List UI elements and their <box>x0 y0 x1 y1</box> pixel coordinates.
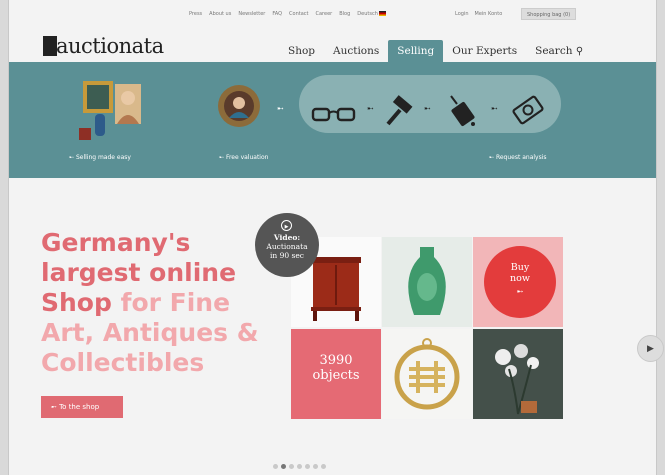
video-title: Video: <box>273 233 301 242</box>
main-nav: Shop Auctions Selling Our Experts Search… <box>279 40 592 62</box>
blossom <box>514 344 528 358</box>
bridge <box>328 110 339 114</box>
objects-count: 3990 <box>319 353 353 368</box>
pot <box>521 401 537 413</box>
top-link-faq[interactable]: FAQ <box>272 11 282 17</box>
blue-vase <box>95 114 105 136</box>
gavel-icon <box>386 95 413 126</box>
request-analysis-link[interactable]: ➸ Request analysis <box>489 154 547 161</box>
carousel-next-button[interactable]: ▶ <box>637 335 664 362</box>
gavel-head <box>392 95 413 114</box>
portrait-face <box>121 91 135 105</box>
tile-flower-painting[interactable] <box>473 329 563 419</box>
carousel-dot-5[interactable] <box>305 464 310 469</box>
top-link-press[interactable]: Press <box>189 11 202 17</box>
tile-gold-pendant[interactable] <box>382 329 472 419</box>
top-link-contact[interactable]: Contact <box>289 11 308 17</box>
german-flag-icon <box>379 11 387 16</box>
step-arrow-icon: ➸ <box>424 104 431 113</box>
tile-vase[interactable] <box>382 237 472 327</box>
selling-made-easy-link[interactable]: ➸ Selling made easy <box>69 154 131 161</box>
hero-headline: Germany's largest online Shop for Fine A… <box>41 228 261 378</box>
now-label: now <box>510 273 530 284</box>
to-the-shop-button[interactable]: ➸ To the shop <box>41 396 123 418</box>
nav-selling[interactable]: Selling <box>388 40 444 62</box>
step-arrow-icon: ➸ <box>491 104 498 113</box>
play-icon: ▶ <box>281 220 292 231</box>
objects-count-tile[interactable]: 3990 objects <box>291 329 381 419</box>
artworks-illustration <box>79 81 141 140</box>
buy-now-button[interactable]: Buy now ➸ <box>484 246 556 318</box>
step-arrow-icon: ➸ <box>277 104 284 113</box>
glasses-icon <box>311 107 356 122</box>
vase-image <box>408 247 446 315</box>
cabinet-leg-right <box>355 311 359 321</box>
blossom <box>527 357 539 369</box>
top-link-blog[interactable]: Blog <box>339 11 350 17</box>
my-account-link[interactable]: Mein Konto <box>475 11 503 17</box>
hero-line-2: largest online <box>41 258 237 287</box>
auctionata-logo[interactable]: auctionata <box>43 34 164 58</box>
nav-search[interactable]: Search ⚲ <box>526 40 592 62</box>
carousel-dot-4[interactable] <box>297 464 302 469</box>
step-arrow-icon: ➸ <box>367 104 374 113</box>
top-link-newsletter[interactable]: Newsletter <box>238 11 265 17</box>
play-next-icon: ▶ <box>647 344 654 354</box>
luggage-handle <box>450 95 458 105</box>
flower-image <box>495 344 539 415</box>
carousel-dot-6[interactable] <box>313 464 318 469</box>
luggage-wheel <box>471 122 475 126</box>
shopping-bag-button[interactable]: Shopping bag (0) <box>521 8 577 20</box>
round-face <box>233 97 245 109</box>
banknote-circle <box>522 104 534 116</box>
hero-line-4: Art, Antiques & <box>41 318 259 347</box>
pendant-pattern <box>409 361 445 393</box>
objects-label: objects <box>312 368 360 383</box>
account-links: Login Mein Konto <box>455 11 502 17</box>
top-utility-bar: Press About us Newsletter FAQ Contact Ca… <box>9 8 656 22</box>
video-button[interactable]: ▶ Video: Auctionata in 90 sec <box>255 213 319 277</box>
hero-line-1: Germany's <box>41 228 191 257</box>
hero-line-3: Shop for Fine <box>41 288 231 317</box>
cabinet-base <box>311 307 361 311</box>
nav-our-experts[interactable]: Our Experts <box>443 40 526 62</box>
cabinet-leg-left <box>313 311 317 321</box>
carousel-dot-7[interactable] <box>321 464 326 469</box>
right-lens <box>336 107 356 122</box>
video-subtitle-1: Auctionata <box>266 242 308 251</box>
logo-text: auctionata <box>56 34 164 58</box>
pendant-image <box>394 338 460 410</box>
luggage-icon <box>450 95 475 126</box>
hero-line-5: Collectibles <box>41 348 205 377</box>
carousel-dot-1[interactable] <box>273 464 278 469</box>
nav-shop[interactable]: Shop <box>279 40 324 62</box>
search-icon: ⚲ <box>575 46 584 57</box>
red-stand <box>79 128 91 140</box>
money-icon <box>512 95 544 125</box>
video-subtitle-2: in 90 sec <box>269 251 305 260</box>
free-valuation-link[interactable]: ➸ Free valuation <box>219 154 268 161</box>
login-link[interactable]: Login <box>455 11 469 17</box>
top-links: Press About us Newsletter FAQ Contact Ca… <box>189 11 387 17</box>
top-link-about[interactable]: About us <box>209 11 231 17</box>
arrow-icon: ➸ <box>516 287 524 296</box>
top-link-language[interactable]: Deutsch <box>357 11 387 17</box>
blossom <box>495 349 511 365</box>
painting-canvas <box>87 85 109 109</box>
carousel-dots <box>273 464 326 469</box>
selling-banner: ➸ ➸ ➸ ➸ ➸ Selling made easy ➸ Free valua… <box>9 62 656 178</box>
round-painting-illustration <box>218 85 260 127</box>
banknote <box>512 95 544 125</box>
vase-highlight <box>417 273 437 301</box>
nav-auctions[interactable]: Auctions <box>324 40 388 62</box>
browser-page: Press About us Newsletter FAQ Contact Ca… <box>8 0 664 475</box>
buy-label: Buy <box>510 262 530 273</box>
gavel-handle <box>386 108 402 126</box>
left-lens <box>311 107 331 122</box>
carousel-dot-2[interactable] <box>281 464 286 469</box>
carousel-dot-3[interactable] <box>289 464 294 469</box>
logo-square <box>43 36 57 56</box>
top-link-career[interactable]: Career <box>316 11 333 17</box>
